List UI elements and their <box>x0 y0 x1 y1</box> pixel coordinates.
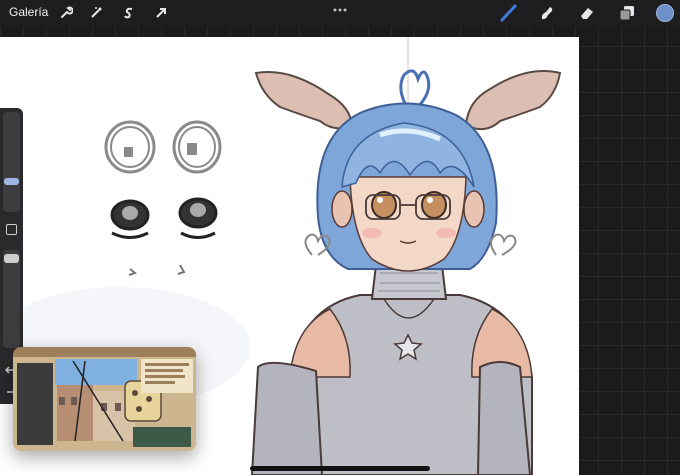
color-swatch[interactable] <box>655 3 675 23</box>
reference-image <box>13 347 196 451</box>
magic-wand-icon[interactable] <box>86 3 106 23</box>
brush-size-thumb[interactable] <box>4 178 19 185</box>
eraser-icon[interactable] <box>577 3 597 23</box>
transform-arrow-icon[interactable] <box>151 3 171 23</box>
layers-icon[interactable] <box>617 3 637 23</box>
opacity-slider[interactable] <box>3 250 20 348</box>
brush-icon[interactable] <box>498 3 518 23</box>
character-body <box>250 264 533 475</box>
more-options-icon[interactable] <box>333 0 347 12</box>
selection-icon[interactable] <box>119 3 139 23</box>
opacity-thumb[interactable] <box>4 254 19 263</box>
home-indicator <box>250 466 430 471</box>
top-toolbar: Galería <box>0 0 680 26</box>
gallery-button[interactable]: Galería <box>9 5 48 19</box>
modify-button[interactable] <box>6 224 17 235</box>
reference-image-window[interactable] <box>13 347 196 451</box>
smudge-icon[interactable] <box>537 3 557 23</box>
wrench-icon[interactable] <box>56 3 76 23</box>
heart-doodle-right <box>490 233 517 256</box>
eye-sketches <box>104 120 222 276</box>
brush-size-slider[interactable] <box>3 112 20 212</box>
